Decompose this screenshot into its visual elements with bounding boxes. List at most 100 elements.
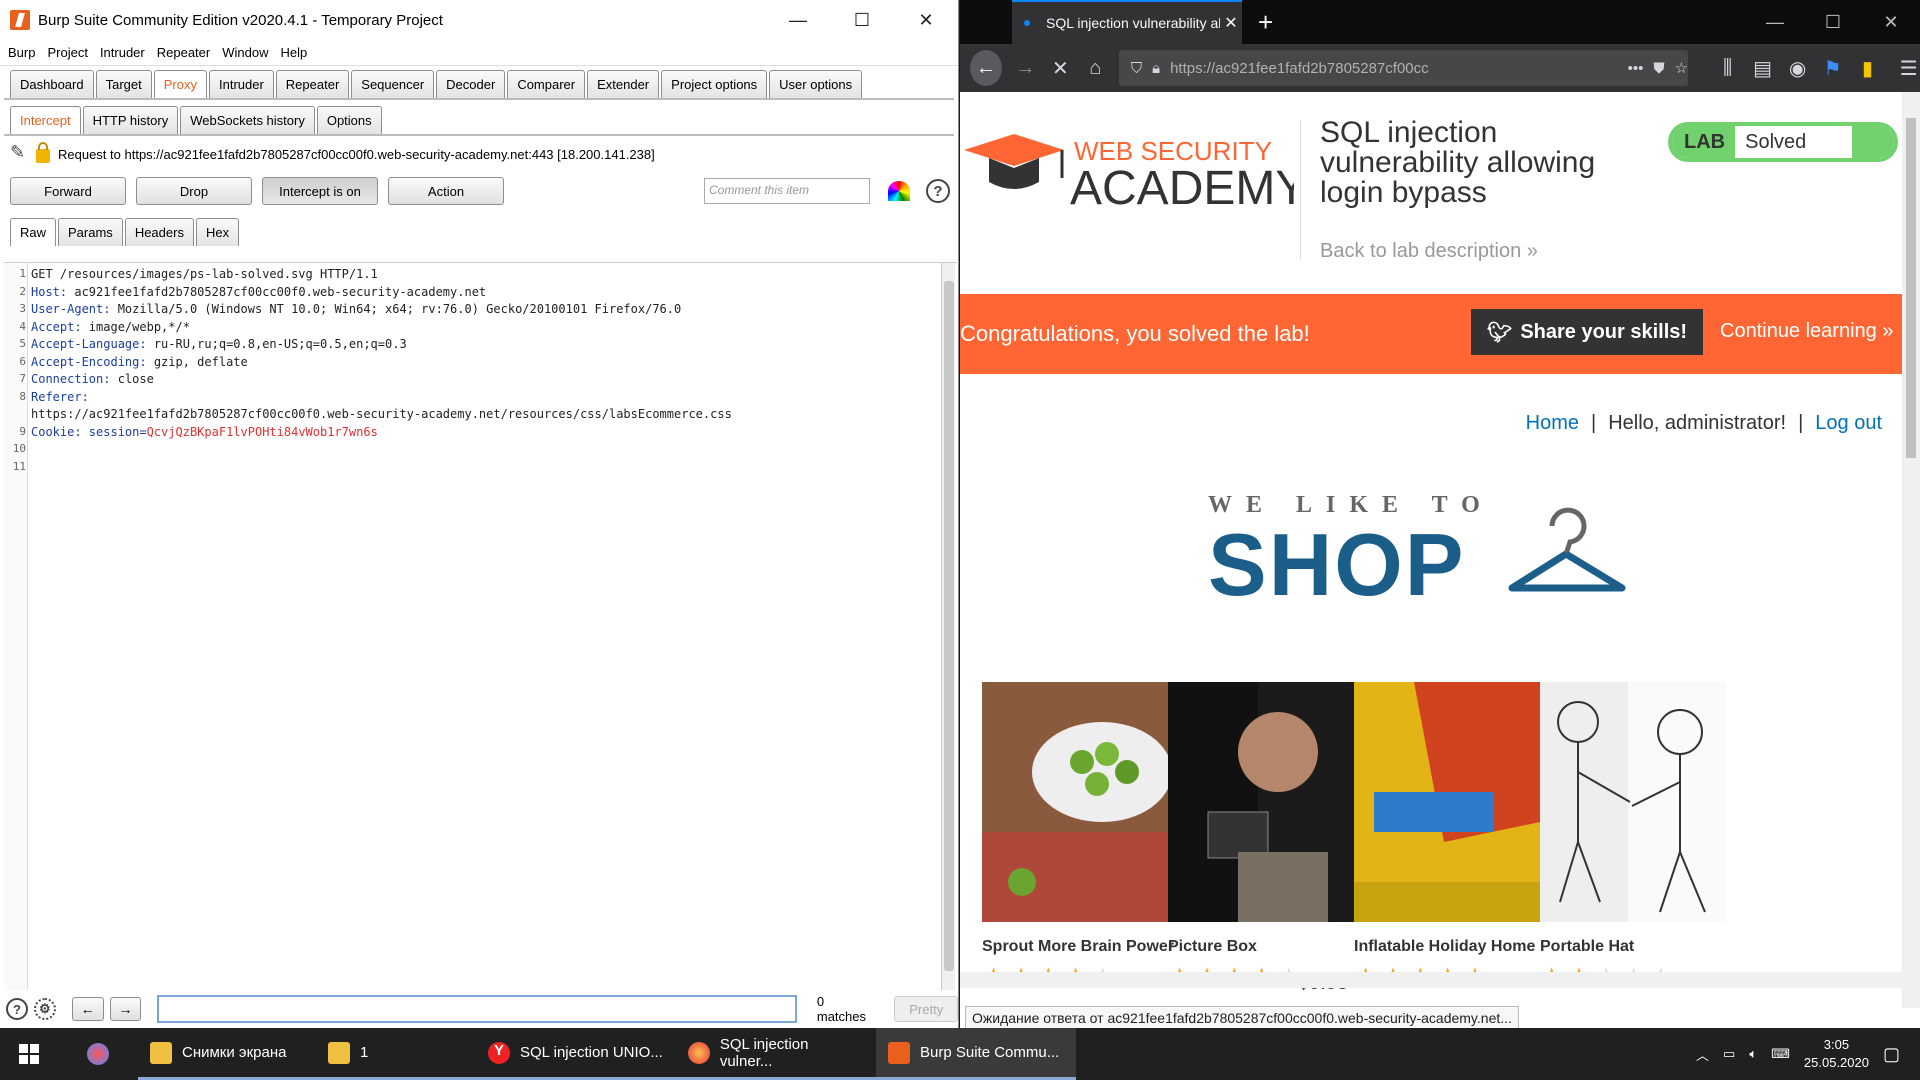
lock-icon[interactable]: 🔒︎: [1152, 60, 1160, 77]
tab-hex[interactable]: Hex: [195, 218, 240, 246]
intercept-toggle-button[interactable]: Intercept is on: [262, 177, 378, 205]
tab-repeater[interactable]: Repeater: [275, 70, 350, 98]
web-security-academy-logo[interactable]: WEB SECURITY ACADEMY: [964, 122, 1294, 212]
taskbar-item-yandex[interactable]: Y SQL injection UNIO...: [476, 1028, 676, 1080]
maximize-icon[interactable]: ☐: [1804, 12, 1862, 33]
url-text[interactable]: https://ac921fee1fafd2b7805287cf00cc: [1170, 60, 1617, 77]
pretty-button[interactable]: Pretty: [894, 996, 958, 1022]
close-icon[interactable]: ✕: [1862, 12, 1920, 33]
settings-gear-icon[interactable]: ⚙: [33, 998, 56, 1020]
product-image-sprouts[interactable]: [982, 682, 1168, 922]
tab-comparer[interactable]: Comparer: [507, 70, 586, 98]
loading-icon: [1024, 20, 1030, 26]
product-image-portable-hat[interactable]: [1540, 682, 1726, 922]
battery-icon[interactable]: ▭: [1723, 1046, 1735, 1062]
library-icon[interactable]: ⫼: [1716, 57, 1739, 80]
minimize-icon[interactable]: —: [1746, 12, 1804, 33]
request-text: Accept: image/webp,*/*: [31, 320, 190, 334]
back-to-lab-link[interactable]: Back to lab description »: [1320, 240, 1538, 263]
menu-icon[interactable]: ☰: [1897, 56, 1920, 81]
menu-burp[interactable]: Burp: [8, 45, 35, 60]
language-icon[interactable]: ⌨: [1771, 1046, 1790, 1062]
tab-sequencer[interactable]: Sequencer: [351, 70, 435, 98]
browser-tab[interactable]: SQL injection vulnerability allo ✕: [1012, 0, 1242, 44]
menu-intruder[interactable]: Intruder: [100, 45, 145, 60]
page-vertical-scrollbar[interactable]: [1902, 92, 1920, 1008]
pocket-icon[interactable]: ⛊: [1653, 60, 1664, 77]
tab-intruder[interactable]: Intruder: [208, 70, 274, 98]
home-link[interactable]: Home: [1526, 412, 1579, 435]
editor-scrollbar[interactable]: [941, 263, 955, 990]
menu-window[interactable]: Window: [222, 45, 268, 60]
page-horizontal-scrollbar[interactable]: [960, 972, 1902, 988]
comment-input[interactable]: Comment this item: [704, 178, 870, 204]
product-name[interactable]: Inflatable Holiday Home: [1354, 938, 1535, 956]
tab-target[interactable]: Target: [95, 70, 152, 98]
tab-decoder[interactable]: Decoder: [436, 70, 506, 98]
share-skills-button[interactable]: 🐦︎ Share your skills!: [1471, 309, 1703, 355]
tab-user-options[interactable]: User options: [769, 70, 863, 98]
foxyproxy-icon[interactable]: ▮: [1856, 56, 1879, 81]
burp-titlebar[interactable]: Burp Suite Community Edition v2020.4.1 -…: [0, 0, 958, 40]
tab-params[interactable]: Params: [58, 218, 123, 246]
tab-headers[interactable]: Headers: [124, 218, 194, 246]
menu-repeater[interactable]: Repeater: [157, 45, 210, 60]
forward-icon[interactable]: →: [1014, 57, 1037, 80]
close-icon[interactable]: ✕: [894, 0, 958, 40]
tab-raw[interactable]: Raw: [10, 218, 57, 246]
paint-app-icon[interactable]: [58, 1028, 138, 1080]
minimize-icon[interactable]: —: [766, 0, 830, 40]
extension-icon[interactable]: ⚑: [1821, 56, 1844, 81]
help-icon[interactable]: ?: [6, 998, 28, 1020]
tab-websockets-history[interactable]: WebSockets history: [180, 106, 315, 134]
sidebar-icon[interactable]: ▤: [1751, 56, 1774, 81]
action-button[interactable]: Action: [388, 177, 504, 205]
taskbar-item-screenshots[interactable]: Снимки экрана: [138, 1028, 316, 1080]
tab-proxy-options[interactable]: Options: [316, 106, 382, 134]
account-icon[interactable]: ◉: [1786, 56, 1809, 81]
request-editor[interactable]: 1 GET /resources/images/ps-lab-solved.svg…: [4, 262, 959, 990]
taskbar-item-firefox[interactable]: SQL injection vulner...: [676, 1028, 876, 1080]
close-tab-icon[interactable]: ✕: [1220, 13, 1242, 33]
stop-icon[interactable]: ✕: [1049, 56, 1072, 81]
back-icon[interactable]: ←: [970, 50, 1002, 86]
product-image-picture-box[interactable]: [1168, 682, 1354, 922]
pencil-icon[interactable]: [10, 142, 28, 163]
tab-http-history[interactable]: HTTP history: [82, 106, 179, 134]
shield-icon[interactable]: ⛉: [1131, 60, 1142, 77]
volume-icon[interactable]: 🔈︎: [1749, 1046, 1757, 1062]
new-tab-icon[interactable]: +: [1258, 7, 1273, 38]
taskbar-item-burp[interactable]: Burp Suite Commu...: [876, 1028, 1076, 1080]
forward-button[interactable]: Forward: [10, 177, 126, 205]
menu-help[interactable]: Help: [280, 45, 307, 60]
continue-learning-link[interactable]: Continue learning »: [1720, 320, 1893, 343]
product-name[interactable]: Sprout More Brain Power: [982, 938, 1174, 956]
product-name[interactable]: Picture Box: [1168, 938, 1257, 956]
bookmark-star-icon[interactable]: ☆: [1675, 59, 1688, 77]
product-image-inflatable[interactable]: [1354, 682, 1540, 922]
tab-intercept[interactable]: Intercept: [10, 106, 81, 134]
help-icon[interactable]: ?: [926, 179, 950, 203]
home-icon[interactable]: ⌂: [1084, 57, 1107, 80]
tab-proxy[interactable]: Proxy: [153, 70, 207, 98]
tab-project-options[interactable]: Project options: [661, 70, 768, 98]
header-name: Referer:: [31, 389, 89, 404]
chevron-up-icon[interactable]: ︿: [1696, 1045, 1709, 1064]
clock[interactable]: 3:05 25.05.2020: [1804, 1036, 1869, 1072]
logout-link[interactable]: Log out: [1815, 412, 1882, 435]
start-button[interactable]: [0, 1028, 58, 1080]
url-bar[interactable]: ⛉ 🔒︎ https://ac921fee1fafd2b7805287cf00c…: [1118, 50, 1689, 86]
next-match-button[interactable]: →: [109, 997, 142, 1021]
drop-button[interactable]: Drop: [136, 177, 252, 205]
search-input[interactable]: [157, 995, 797, 1023]
taskbar-item-folder[interactable]: 1: [316, 1028, 476, 1080]
menu-project[interactable]: Project: [47, 45, 87, 60]
highlight-color-icon[interactable]: [888, 181, 910, 201]
tab-dashboard[interactable]: Dashboard: [10, 70, 94, 98]
previous-match-button[interactable]: ←: [71, 997, 104, 1021]
notifications-icon[interactable]: ▢: [1883, 1044, 1900, 1065]
more-actions-icon[interactable]: •••: [1628, 60, 1644, 77]
product-name[interactable]: Portable Hat: [1540, 938, 1634, 956]
tab-extender[interactable]: Extender: [587, 70, 660, 98]
maximize-icon[interactable]: ☐: [830, 0, 894, 40]
